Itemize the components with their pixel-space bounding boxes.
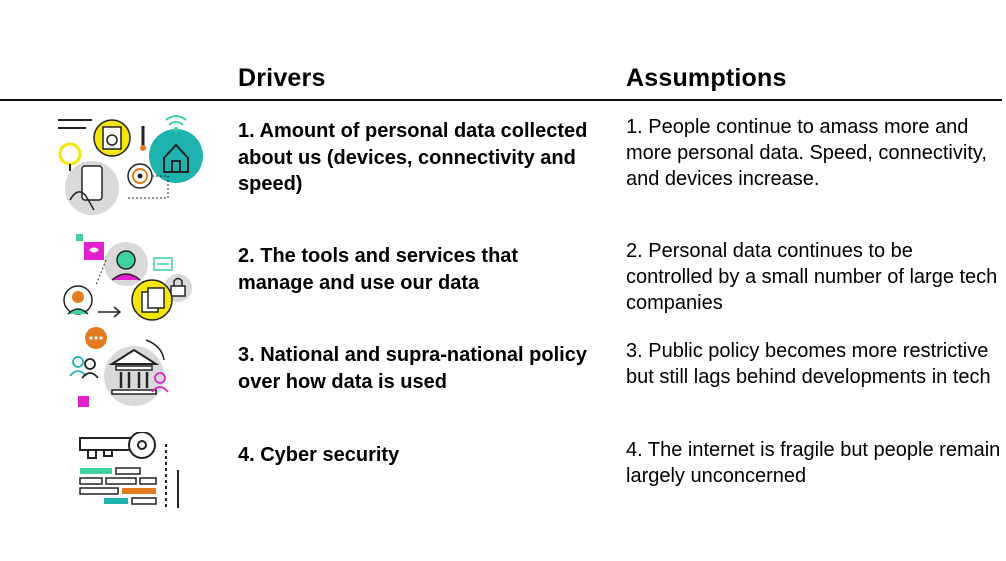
driver-text-3: 3. National and supra-national policy ov… (238, 344, 587, 393)
driver-text-4: 4. Cyber security (238, 444, 400, 466)
drivers-header: Drivers (238, 64, 326, 92)
government-policy-icon (68, 326, 170, 412)
assumption-text-4: 4. The internet is fragile but people re… (626, 439, 1001, 487)
assumption-text-2: 2. Personal data continues to be control… (626, 240, 998, 314)
key-security-icon (78, 432, 184, 510)
data-services-icon (62, 230, 194, 324)
connected-devices-icon (56, 108, 208, 218)
header-divider (0, 99, 1002, 101)
assumptions-header: Assumptions (626, 64, 787, 92)
driver-text-2: 2. The tools and services that manage an… (238, 245, 519, 294)
driver-text-1: 1. Amount of personal data collected abo… (238, 120, 588, 195)
assumption-text-3: 3. Public policy becomes more restrictiv… (626, 340, 991, 388)
assumption-text-1: 1. People continue to amass more and mor… (626, 116, 987, 190)
